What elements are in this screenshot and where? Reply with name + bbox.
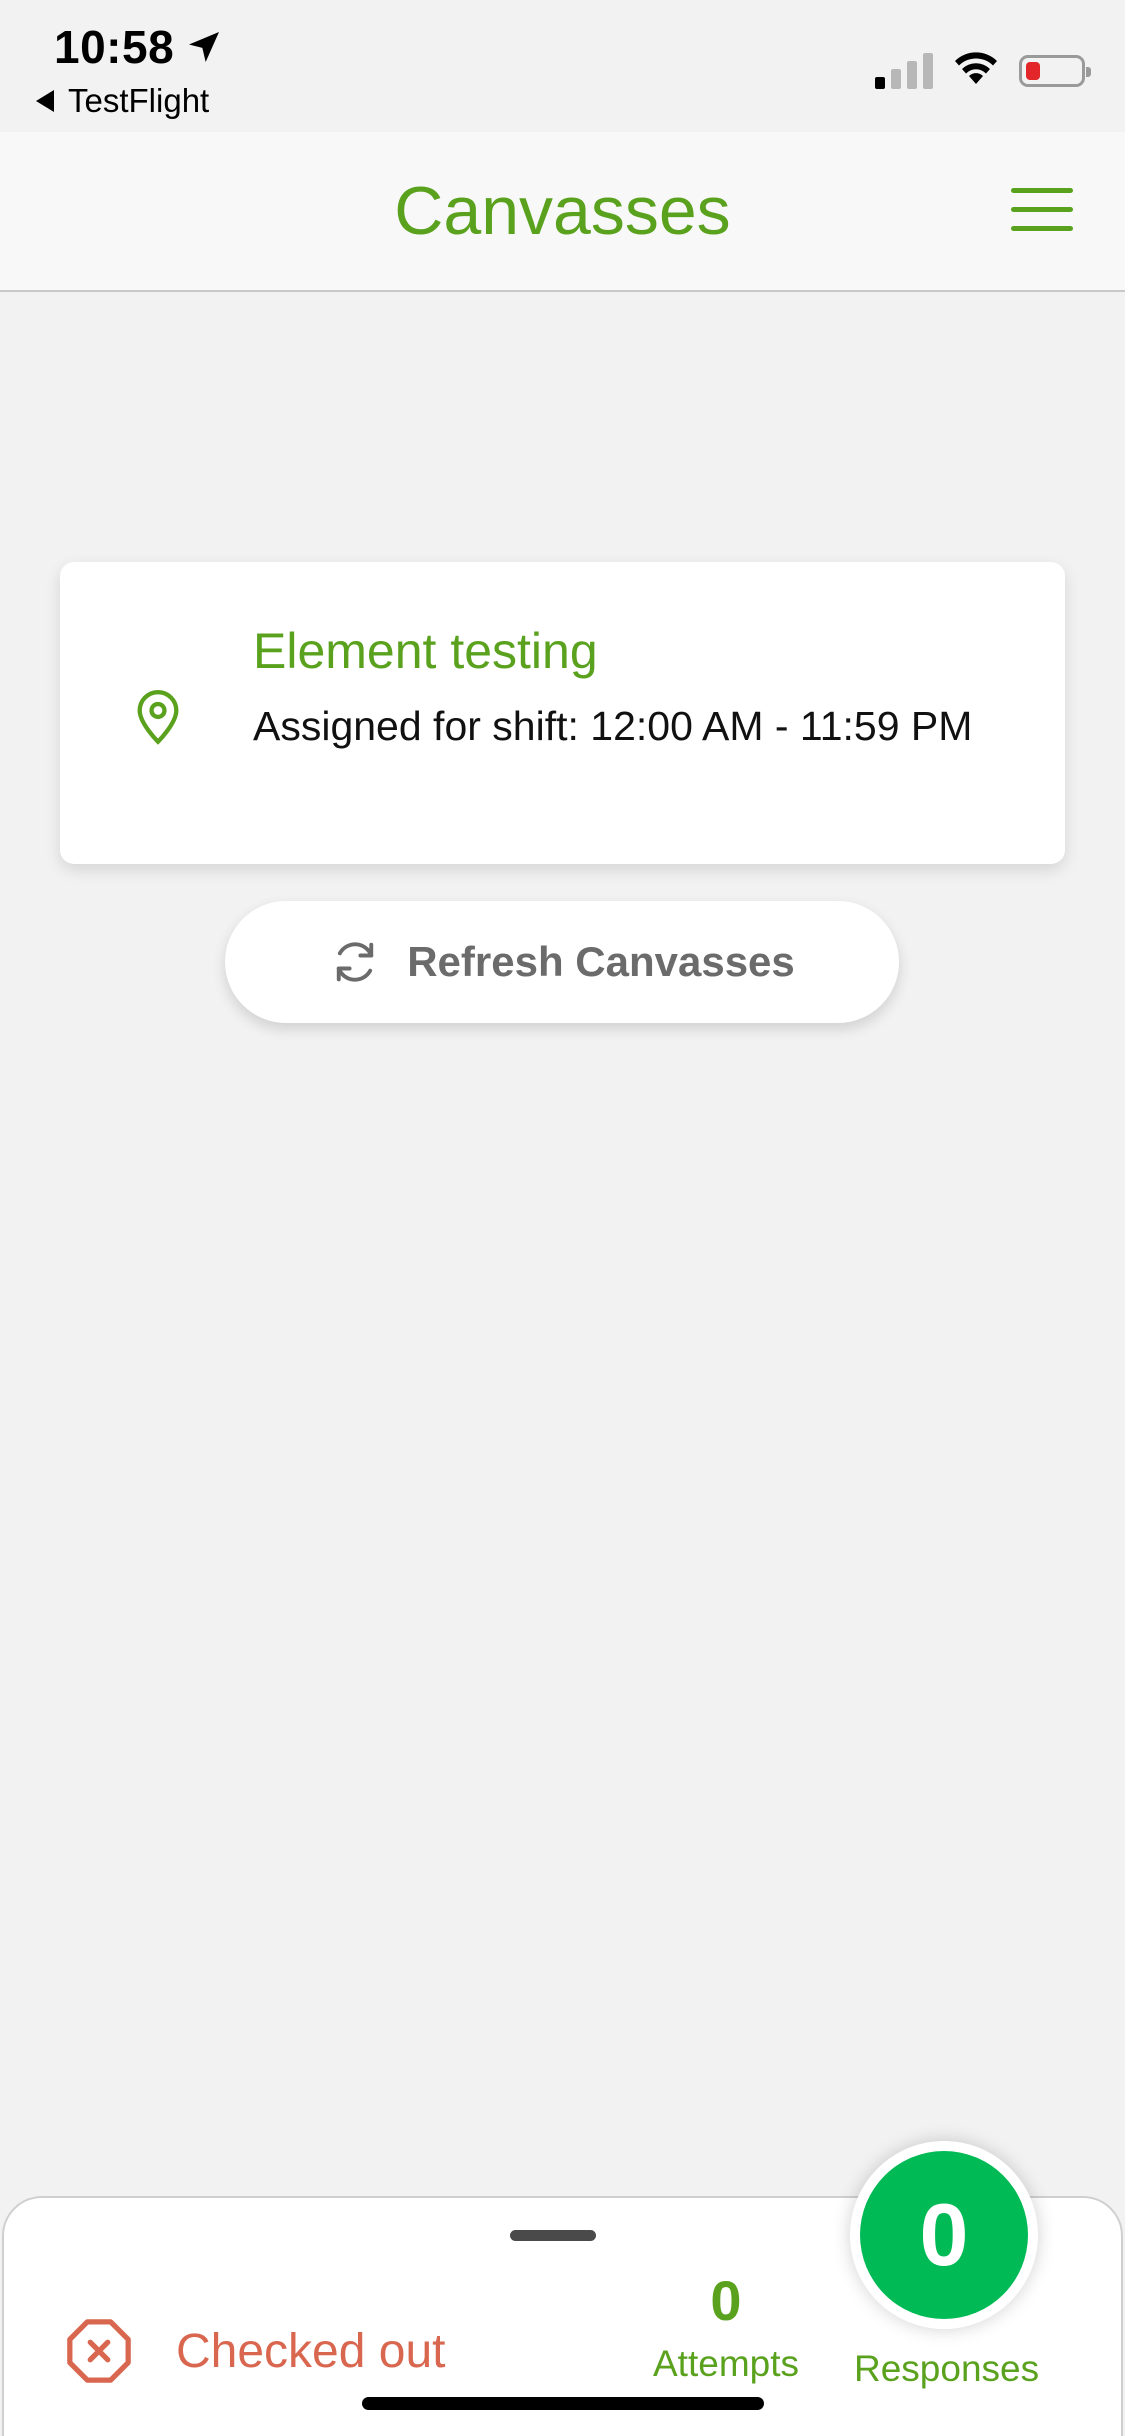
status-indicators <box>875 50 1091 91</box>
canvass-shift: Assigned for shift: 12:00 AM - 11:59 PM <box>253 703 973 749</box>
responses-label: Responses <box>854 2348 1040 2389</box>
back-to-testflight-link[interactable]: TestFlight <box>36 82 209 120</box>
battery-icon <box>1019 54 1091 87</box>
status-time-text: 10:58 <box>54 21 175 73</box>
back-arrow-icon <box>36 90 54 112</box>
attempts-count: 0 <box>710 2269 742 2332</box>
location-arrow-icon <box>189 32 220 62</box>
back-app-label: TestFlight <box>68 82 210 119</box>
location-pin-icon <box>137 690 179 745</box>
hamburger-menu-icon[interactable] <box>1011 188 1073 234</box>
drag-handle[interactable] <box>510 2230 596 2241</box>
checked-out-icon <box>67 2319 131 2383</box>
status-bar: 10:58 TestFlight <box>0 0 1125 132</box>
canvass-title: Element testing <box>253 623 598 679</box>
page-title: Canvasses <box>394 173 731 249</box>
attempts-label: Attempts <box>653 2343 799 2384</box>
refresh-icon <box>337 942 374 982</box>
checked-out-label: Checked out <box>176 2324 446 2378</box>
home-indicator[interactable] <box>362 2397 764 2410</box>
refresh-canvasses-button[interactable]: Refresh Canvasses <box>225 901 899 1023</box>
attempts-counter: 0 Attempts <box>644 2268 808 2385</box>
refresh-canvasses-label: Refresh Canvasses <box>407 938 795 985</box>
responses-badge[interactable]: 0 <box>850 2141 1038 2329</box>
cellular-signal-icon <box>875 52 933 89</box>
wifi-icon <box>953 50 999 91</box>
status-time: 10:58 <box>54 20 224 74</box>
checked-out-status[interactable]: Checked out <box>64 2316 446 2386</box>
canvass-card[interactable]: Element testing Assigned for shift: 12:0… <box>60 562 1065 864</box>
app-header: Canvasses <box>0 132 1125 292</box>
responses-count: 0 <box>860 2151 1028 2319</box>
